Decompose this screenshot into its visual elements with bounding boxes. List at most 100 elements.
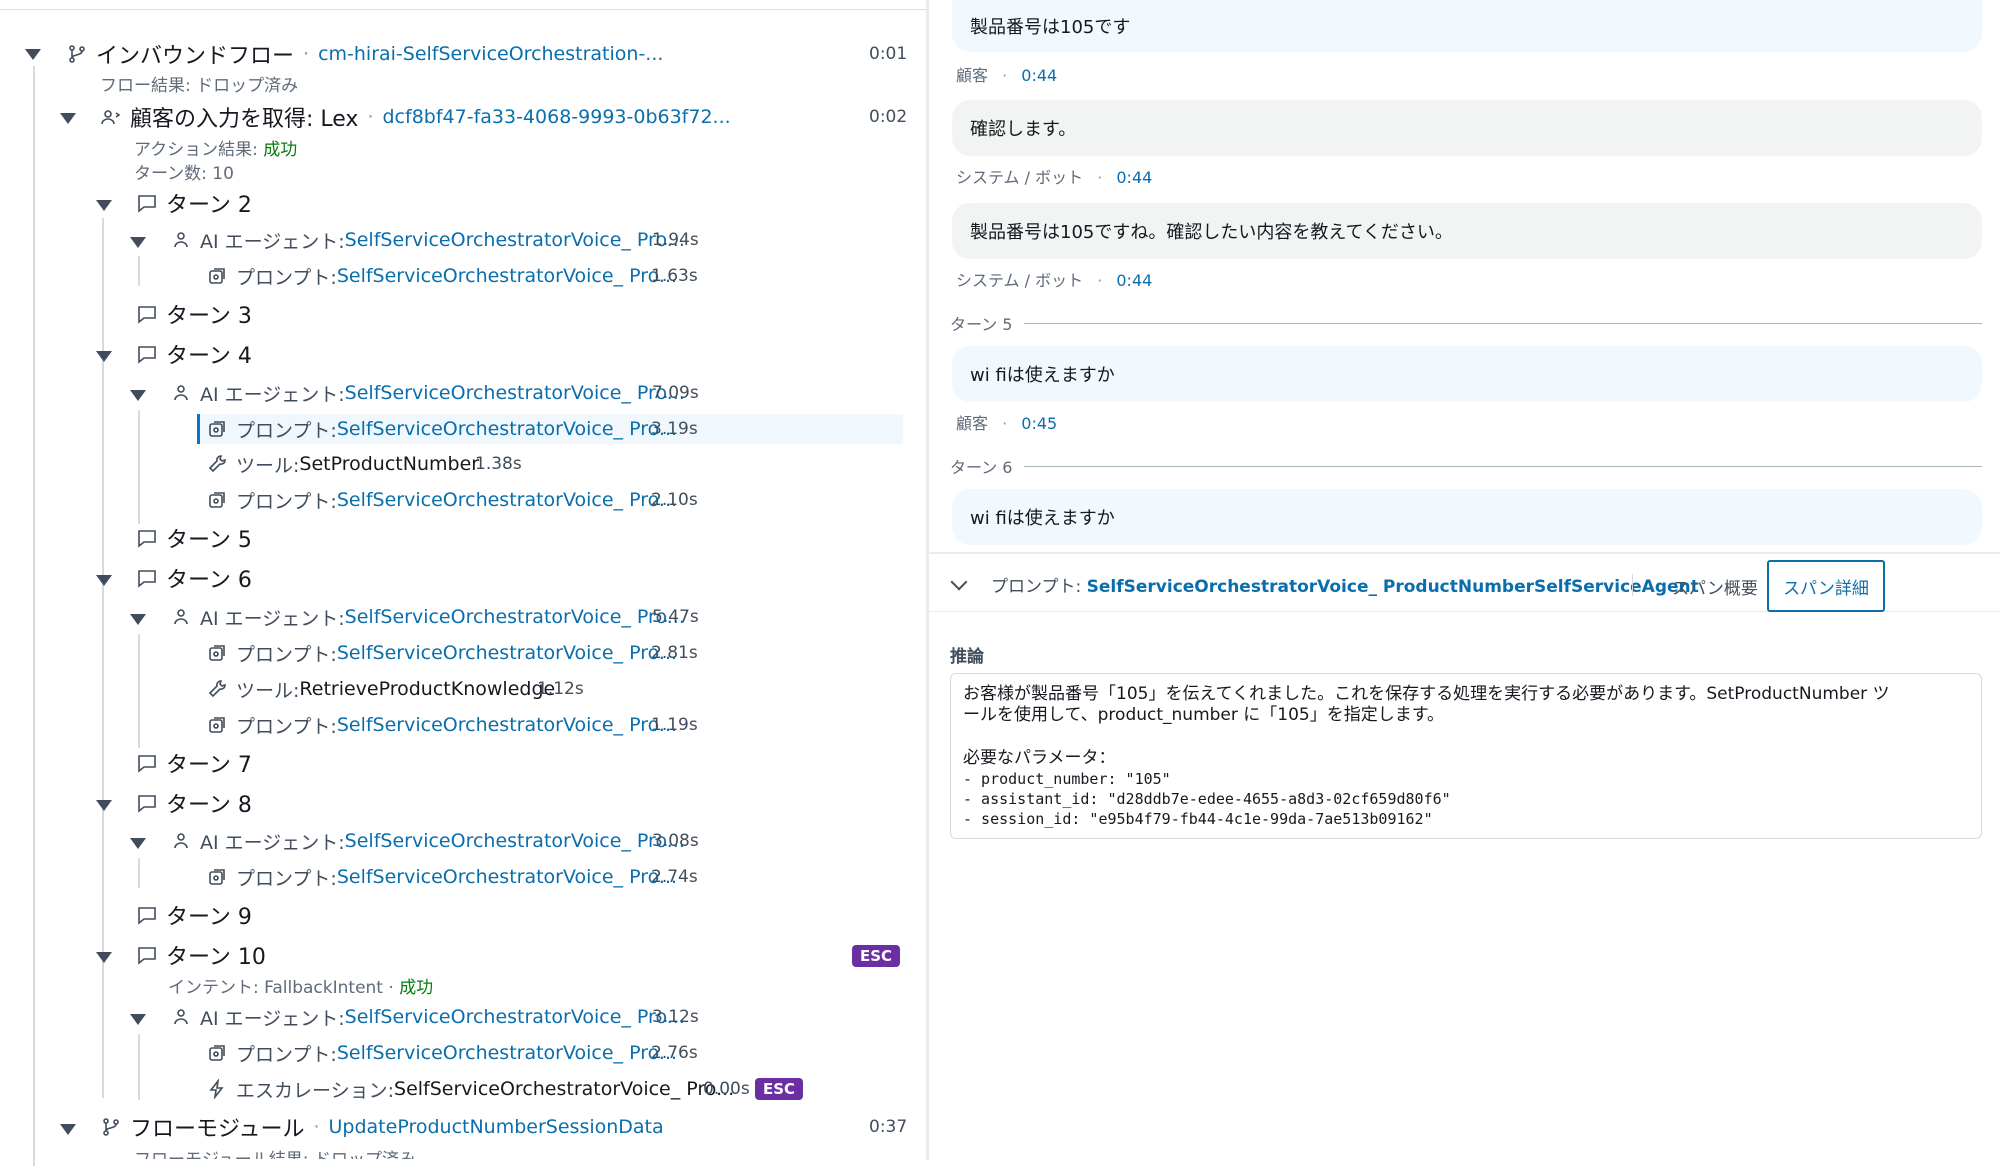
top-divider xyxy=(0,9,926,10)
tree-node-prompt[interactable]: プロンプト: SelfServiceOrchestratorVoice_ Pro… xyxy=(206,261,677,291)
tree-node-prompt-selected[interactable]: プロンプト: SelfServiceOrchestratorVoice_ Pro… xyxy=(206,414,677,444)
tree-node-turn-9[interactable]: ターン 9 xyxy=(136,900,252,930)
agent-link[interactable]: SelfServiceOrchestratorVoice_ Pro... xyxy=(345,830,685,852)
turn-label: ターン 9 xyxy=(166,905,252,930)
collapse-caret[interactable] xyxy=(130,838,146,849)
node-type-label: プロンプト: xyxy=(236,643,337,666)
tree-node-agent[interactable]: AI エージェント: SelfServiceOrchestratorVoice_… xyxy=(170,225,685,255)
prompt-icon xyxy=(206,866,228,888)
tree-node-tool[interactable]: ツール: SetProductNumber xyxy=(206,449,479,479)
intent-result: インテント: FallbackIntent · 成功 xyxy=(168,973,433,998)
tree-node-agent[interactable]: AI エージェント: SelfServiceOrchestratorVoice_… xyxy=(170,1002,685,1032)
tree-node-turn-3[interactable]: ターン 3 xyxy=(136,299,252,329)
prompt-link[interactable]: SelfServiceOrchestratorVoice_ Pro... xyxy=(337,866,677,888)
tree-node-turn-2[interactable]: ターン 2 xyxy=(136,188,252,218)
message-caption: 顧客 · 0:44 xyxy=(956,62,1057,86)
tree-node-flow-module[interactable]: フローモジュール · UpdateProductNumberSessionDat… xyxy=(100,1112,664,1142)
speech-bubble-icon xyxy=(136,343,158,365)
timestamp-link[interactable]: 0:44 xyxy=(1116,168,1152,187)
prompt-link[interactable]: SelfServiceOrchestratorVoice_ Pro... xyxy=(337,418,677,440)
node-type-label: プロンプト: xyxy=(236,867,337,890)
span-title: プロンプト: SelfServiceOrchestratorVoice_ Pro… xyxy=(991,572,1699,597)
prompt-link[interactable]: SelfServiceOrchestratorVoice_ Pro... xyxy=(337,1042,677,1064)
node-type-label: AI エージェント: xyxy=(200,831,345,854)
message-text: wi fiは使えますか xyxy=(970,508,1115,529)
tree-node-escalation[interactable]: エスカレーション: SelfServiceOrchestratorVoice_ … xyxy=(206,1074,734,1104)
timestamp-link[interactable]: 0:45 xyxy=(1021,414,1057,433)
prompt-icon xyxy=(206,265,228,287)
collapse-caret[interactable] xyxy=(60,113,76,124)
tree-node-turn-5[interactable]: ターン 5 xyxy=(136,523,252,553)
agent-link[interactable]: SelfServiceOrchestratorVoice_ Pro... xyxy=(345,606,685,628)
collapse-caret[interactable] xyxy=(96,952,112,963)
speaker: 顧客 xyxy=(956,66,989,85)
timestamp-link[interactable]: 0:44 xyxy=(1021,66,1057,85)
tree-node-tool[interactable]: ツール: RetrieveProductKnowledge xyxy=(206,674,555,704)
collapse-caret[interactable] xyxy=(96,200,112,211)
prompt-link[interactable]: SelfServiceOrchestratorVoice_ Pro... xyxy=(337,265,677,287)
collapse-caret[interactable] xyxy=(96,800,112,811)
tree-node-agent[interactable]: AI エージェント: SelfServiceOrchestratorVoice_… xyxy=(170,378,685,408)
node-duration: 0:37 xyxy=(869,1117,908,1137)
speech-bubble-icon xyxy=(136,944,158,966)
tree-node-turn-6[interactable]: ターン 6 xyxy=(136,563,252,593)
node-type-label: プロンプト: xyxy=(236,490,337,513)
message-bubble-bot: 確認します。 xyxy=(952,100,1982,156)
agent-icon xyxy=(170,382,192,404)
tree-node-turn-7[interactable]: ターン 7 xyxy=(136,748,252,778)
tree-node-turn-4[interactable]: ターン 4 xyxy=(136,339,252,369)
tree-node-prompt[interactable]: プロンプト: SelfServiceOrchestratorVoice_ Pro… xyxy=(206,485,677,515)
tree-node-turn-10[interactable]: ターン 10 xyxy=(136,940,266,970)
prompt-icon xyxy=(206,642,228,664)
user-input-icon xyxy=(100,106,122,128)
reasoning-text-line: お客様が製品番号「105」を伝えてくれました。これを保存する処理を実行する必要が… xyxy=(963,684,1890,704)
tab-span-overview[interactable]: スパン概要 xyxy=(1655,560,1775,612)
node-type-label: プロンプト: xyxy=(236,419,337,442)
node-type-label: AI エージェント: xyxy=(200,383,345,406)
node-type-label: プロンプト: xyxy=(236,1043,337,1066)
tree-node-prompt[interactable]: プロンプト: SelfServiceOrchestratorVoice_ Pro… xyxy=(206,1038,677,1068)
tree-node-prompt[interactable]: プロンプト: SelfServiceOrchestratorVoice_ Pro… xyxy=(206,638,677,668)
collapse-caret[interactable] xyxy=(96,575,112,586)
agent-link[interactable]: SelfServiceOrchestratorVoice_ Pro... xyxy=(345,1006,685,1028)
tab-span-detail[interactable]: スパン詳細 xyxy=(1767,560,1885,612)
prompt-link[interactable]: SelfServiceOrchestratorVoice_ Pro... xyxy=(337,714,677,736)
collapse-caret[interactable] xyxy=(25,49,41,60)
prompt-link[interactable]: SelfServiceOrchestratorVoice_ Pro... xyxy=(337,489,677,511)
separator-dot: · xyxy=(1097,271,1103,290)
tree-node-agent[interactable]: AI エージェント: SelfServiceOrchestratorVoice_… xyxy=(170,826,685,856)
tree-node-agent[interactable]: AI エージェント: SelfServiceOrchestratorVoice_… xyxy=(170,602,685,632)
collapse-caret[interactable] xyxy=(130,1014,146,1025)
collapse-caret[interactable] xyxy=(130,237,146,248)
agent-link[interactable]: SelfServiceOrchestratorVoice_ Pro... xyxy=(345,229,685,251)
prompt-icon xyxy=(206,489,228,511)
node-duration: 0:01 xyxy=(869,44,908,64)
prompt-link[interactable]: SelfServiceOrchestratorVoice_ Pro... xyxy=(337,642,677,664)
flow-module-link[interactable]: UpdateProductNumberSessionData xyxy=(329,1116,664,1138)
span-prompt-link[interactable]: SelfServiceOrchestratorVoice_ ProductNum… xyxy=(1087,577,1699,597)
wrench-icon xyxy=(206,678,228,700)
flow-module-result: フローモジュール結果: ドロップ済み xyxy=(134,1145,416,1159)
tree-guide xyxy=(138,256,140,286)
escalation-name: SelfServiceOrchestratorVoice_ Pro... xyxy=(394,1078,735,1100)
agent-icon xyxy=(170,229,192,251)
intent-label: インテント: FallbackIntent · xyxy=(168,978,400,998)
flow-link[interactable]: cm-hirai-SelfServiceOrchestration-... xyxy=(318,43,663,65)
tree-node-prompt[interactable]: プロンプト: SelfServiceOrchestratorVoice_ Pro… xyxy=(206,862,677,892)
collapse-caret[interactable] xyxy=(96,351,112,362)
param-line: - session_id: "e95b4f79-fb44-4c1e-99da-7… xyxy=(963,810,1433,828)
tree-node-prompt[interactable]: プロンプト: SelfServiceOrchestratorVoice_ Pro… xyxy=(206,710,677,740)
collapse-caret[interactable] xyxy=(130,390,146,401)
param-line: - assistant_id: "d28ddb7e-edee-4655-a8d3… xyxy=(963,790,1451,808)
chevron-down-icon[interactable] xyxy=(950,573,968,591)
collapse-caret[interactable] xyxy=(130,614,146,625)
timestamp-link[interactable]: 0:44 xyxy=(1116,271,1152,290)
node-type-label: エスカレーション: xyxy=(236,1079,395,1102)
tree-node-turn-8[interactable]: ターン 8 xyxy=(136,788,252,818)
tree-node-lex[interactable]: 顧客の入力を取得: Lex · dcf8bf47-fa33-4068-9993-… xyxy=(100,102,731,132)
lex-link[interactable]: dcf8bf47-fa33-4068-9993-0b63f72... xyxy=(383,106,731,128)
agent-link[interactable]: SelfServiceOrchestratorVoice_ Pro... xyxy=(345,382,685,404)
tree-node-inbound-flow[interactable]: インバウンドフロー · cm-hirai-SelfServiceOrchestr… xyxy=(66,39,663,69)
message-bubble-bot: 製品番号は105ですね。確認したい内容を教えてください。 xyxy=(952,203,1982,259)
collapse-caret[interactable] xyxy=(60,1124,76,1135)
